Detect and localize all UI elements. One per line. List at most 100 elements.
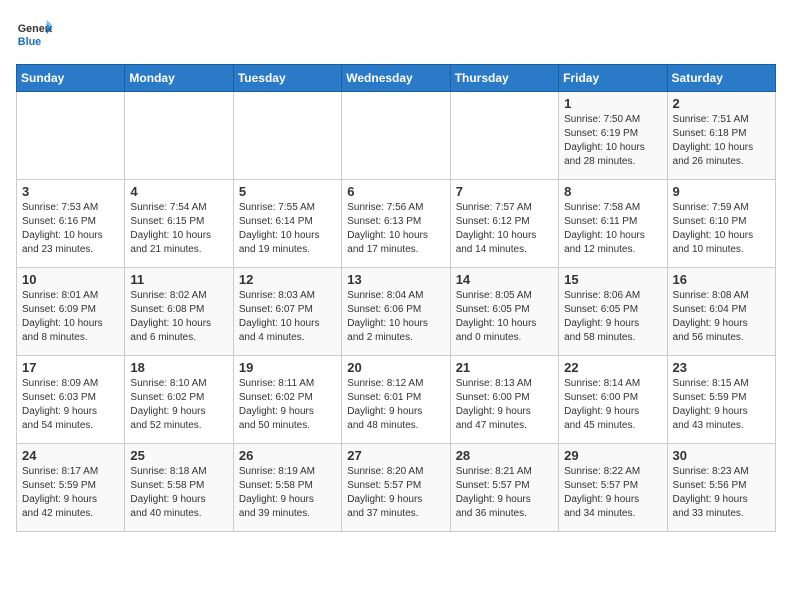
day-info: Sunrise: 8:09 AM Sunset: 6:03 PM Dayligh… [22, 377, 119, 433]
week-row-3: 10 Sunrise: 8:01 AM Sunset: 6:09 PM Dayli… [17, 268, 776, 356]
day-info: Sunrise: 8:20 AM Sunset: 5:57 PM Dayligh… [347, 465, 444, 521]
calendar-cell: 16 Sunrise: 8:08 AM Sunset: 6:04 PM Dayli… [667, 268, 775, 356]
calendar-cell: 8 Sunrise: 7:58 AM Sunset: 6:11 PM Daylig… [559, 180, 667, 268]
calendar-cell: 13Sunrise: 8:04 AM Sunset: 6:06 PM Dayli… [342, 268, 450, 356]
calendar-cell: 1 Sunrise: 7:50 AM Sunset: 6:19 PM Daylig… [559, 92, 667, 180]
day-info: Sunrise: 7:57 AM Sunset: 6:12 PM Dayligh… [456, 201, 553, 257]
day-number: 10 [22, 272, 119, 287]
calendar-cell: 5 Sunrise: 7:55 AM Sunset: 6:14 PM Daylig… [233, 180, 341, 268]
calendar-cell: 27 Sunrise: 8:20 AM Sunset: 5:57 PM Dayli… [342, 444, 450, 532]
day-info: Sunrise: 8:05 AM Sunset: 6:05 PM Dayligh… [456, 289, 553, 345]
weekday-header-tuesday: Tuesday [233, 65, 341, 92]
day-info: Sunrise: 8:10 AM Sunset: 6:02 PM Dayligh… [130, 377, 227, 433]
day-number: 2 [673, 96, 770, 111]
calendar-cell [17, 92, 125, 180]
day-info: Sunrise: 7:55 AM Sunset: 6:14 PM Dayligh… [239, 201, 336, 257]
day-number: 15 [564, 272, 661, 287]
logo-icon: General Blue [16, 16, 52, 52]
calendar-cell: 11 Sunrise: 8:02 AM Sunset: 6:08 PM Dayli… [125, 268, 233, 356]
calendar-cell: 19 Sunrise: 8:11 AM Sunset: 6:02 PM Dayli… [233, 356, 341, 444]
day-info: Sunrise: 8:02 AM Sunset: 6:08 PM Dayligh… [130, 289, 227, 345]
logo: General Blue [16, 16, 52, 52]
calendar-cell: 6 Sunrise: 7:56 AM Sunset: 6:13 PM Daylig… [342, 180, 450, 268]
calendar-table: SundayMondayTuesdayWednesdayThursdayFrid… [16, 64, 776, 532]
day-number: 9 [673, 184, 770, 199]
day-info: Sunrise: 8:13 AM Sunset: 6:00 PM Dayligh… [456, 377, 553, 433]
calendar-cell: 20Sunrise: 8:12 AM Sunset: 6:01 PM Dayli… [342, 356, 450, 444]
calendar-cell: 26Sunrise: 8:19 AM Sunset: 5:58 PM Dayli… [233, 444, 341, 532]
day-info: Sunrise: 7:58 AM Sunset: 6:11 PM Dayligh… [564, 201, 661, 257]
day-info: Sunrise: 8:04 AM Sunset: 6:06 PM Dayligh… [347, 289, 444, 345]
day-number: 11 [130, 272, 227, 287]
day-info: Sunrise: 7:51 AM Sunset: 6:18 PM Dayligh… [673, 113, 770, 169]
calendar-cell: 3Sunrise: 7:53 AM Sunset: 6:16 PM Daylig… [17, 180, 125, 268]
day-number: 8 [564, 184, 661, 199]
calendar-cell: 18 Sunrise: 8:10 AM Sunset: 6:02 PM Dayli… [125, 356, 233, 444]
weekday-header-thursday: Thursday [450, 65, 558, 92]
weekday-header-sunday: Sunday [17, 65, 125, 92]
day-info: Sunrise: 8:19 AM Sunset: 5:58 PM Dayligh… [239, 465, 336, 521]
day-number: 17 [22, 360, 119, 375]
day-number: 5 [239, 184, 336, 199]
day-info: Sunrise: 8:17 AM Sunset: 5:59 PM Dayligh… [22, 465, 119, 521]
day-number: 22 [564, 360, 661, 375]
calendar-cell [342, 92, 450, 180]
calendar-cell: 23 Sunrise: 8:15 AM Sunset: 5:59 PM Dayli… [667, 356, 775, 444]
day-info: Sunrise: 8:21 AM Sunset: 5:57 PM Dayligh… [456, 465, 553, 521]
calendar-cell: 30 Sunrise: 8:23 AM Sunset: 5:56 PM Dayli… [667, 444, 775, 532]
day-number: 6 [347, 184, 444, 199]
weekday-header-wednesday: Wednesday [342, 65, 450, 92]
day-info: Sunrise: 8:11 AM Sunset: 6:02 PM Dayligh… [239, 377, 336, 433]
day-number: 7 [456, 184, 553, 199]
week-row-1: 1 Sunrise: 7:50 AM Sunset: 6:19 PM Daylig… [17, 92, 776, 180]
calendar-cell: 10 Sunrise: 8:01 AM Sunset: 6:09 PM Dayli… [17, 268, 125, 356]
calendar-cell: 25 Sunrise: 8:18 AM Sunset: 5:58 PM Dayli… [125, 444, 233, 532]
calendar-cell: 21 Sunrise: 8:13 AM Sunset: 6:00 PM Dayli… [450, 356, 558, 444]
day-info: Sunrise: 8:23 AM Sunset: 5:56 PM Dayligh… [673, 465, 770, 521]
day-number: 12 [239, 272, 336, 287]
day-info: Sunrise: 8:18 AM Sunset: 5:58 PM Dayligh… [130, 465, 227, 521]
day-number: 30 [673, 448, 770, 463]
calendar-cell: 2 Sunrise: 7:51 AM Sunset: 6:18 PM Daylig… [667, 92, 775, 180]
day-number: 28 [456, 448, 553, 463]
calendar-cell: 4 Sunrise: 7:54 AM Sunset: 6:15 PM Daylig… [125, 180, 233, 268]
day-number: 16 [673, 272, 770, 287]
calendar-cell: 17 Sunrise: 8:09 AM Sunset: 6:03 PM Dayli… [17, 356, 125, 444]
day-number: 4 [130, 184, 227, 199]
week-row-4: 17 Sunrise: 8:09 AM Sunset: 6:03 PM Dayli… [17, 356, 776, 444]
day-info: Sunrise: 7:50 AM Sunset: 6:19 PM Dayligh… [564, 113, 661, 169]
day-info: Sunrise: 7:54 AM Sunset: 6:15 PM Dayligh… [130, 201, 227, 257]
day-info: Sunrise: 7:56 AM Sunset: 6:13 PM Dayligh… [347, 201, 444, 257]
weekday-header-row: SundayMondayTuesdayWednesdayThursdayFrid… [17, 65, 776, 92]
day-number: 19 [239, 360, 336, 375]
day-number: 24 [22, 448, 119, 463]
day-info: Sunrise: 8:03 AM Sunset: 6:07 PM Dayligh… [239, 289, 336, 345]
day-info: Sunrise: 8:06 AM Sunset: 6:05 PM Dayligh… [564, 289, 661, 345]
day-info: Sunrise: 7:59 AM Sunset: 6:10 PM Dayligh… [673, 201, 770, 257]
page-header: General Blue [16, 16, 776, 52]
day-info: Sunrise: 8:14 AM Sunset: 6:00 PM Dayligh… [564, 377, 661, 433]
weekday-header-saturday: Saturday [667, 65, 775, 92]
day-number: 14 [456, 272, 553, 287]
day-number: 25 [130, 448, 227, 463]
day-number: 21 [456, 360, 553, 375]
day-number: 23 [673, 360, 770, 375]
calendar-cell [450, 92, 558, 180]
calendar-cell: 9 Sunrise: 7:59 AM Sunset: 6:10 PM Daylig… [667, 180, 775, 268]
day-number: 20 [347, 360, 444, 375]
calendar-cell: 14 Sunrise: 8:05 AM Sunset: 6:05 PM Dayli… [450, 268, 558, 356]
day-number: 18 [130, 360, 227, 375]
day-number: 27 [347, 448, 444, 463]
calendar-cell: 12 Sunrise: 8:03 AM Sunset: 6:07 PM Dayli… [233, 268, 341, 356]
day-info: Sunrise: 8:08 AM Sunset: 6:04 PM Dayligh… [673, 289, 770, 345]
day-info: Sunrise: 7:53 AM Sunset: 6:16 PM Dayligh… [22, 201, 119, 257]
calendar-cell [125, 92, 233, 180]
day-number: 29 [564, 448, 661, 463]
week-row-2: 3Sunrise: 7:53 AM Sunset: 6:16 PM Daylig… [17, 180, 776, 268]
calendar-cell [233, 92, 341, 180]
day-info: Sunrise: 8:15 AM Sunset: 5:59 PM Dayligh… [673, 377, 770, 433]
calendar-cell: 22 Sunrise: 8:14 AM Sunset: 6:00 PM Dayli… [559, 356, 667, 444]
day-info: Sunrise: 8:01 AM Sunset: 6:09 PM Dayligh… [22, 289, 119, 345]
calendar-cell: 29Sunrise: 8:22 AM Sunset: 5:57 PM Dayli… [559, 444, 667, 532]
day-number: 1 [564, 96, 661, 111]
